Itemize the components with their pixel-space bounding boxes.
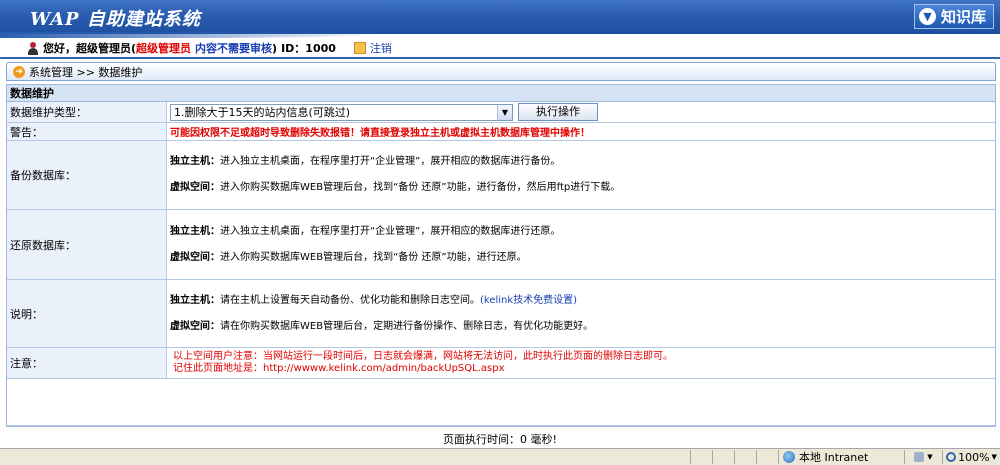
notice-line-2: 记住此页面地址是：http://wwww.kelink.com/admin/ba…: [173, 363, 505, 374]
desc-virtual-head: 虚拟空间：: [170, 320, 220, 332]
desc-dedicated-text: 请在主机上设置每天自动备份、优化功能和删除日志空间。: [220, 294, 480, 306]
empty-area: [7, 379, 995, 426]
app-banner: WAP 自助建站系统 ▼ 知识库: [0, 0, 1000, 34]
knowledge-base-label: 知识库: [941, 8, 987, 26]
backup-dedicated-text: 进入独立主机桌面，在程序里打开“企业管理”，展开相应的数据库进行备份。: [220, 156, 561, 167]
user-bar: 您好，超级管理员 ( 超级管理员 内容不需要审核 ) ID：1000 注销: [0, 32, 1000, 59]
status-segment: [734, 450, 756, 464]
desc-virtual-text: 请在你购买数据库WEB管理后台，定期进行备份操作、删除日志，有优化功能更好。: [220, 320, 594, 332]
app-title: WAP 自助建站系统: [30, 9, 201, 30]
review-note: 内容不需要审核: [195, 42, 273, 55]
globe-icon: [783, 451, 795, 463]
knowledge-base-button[interactable]: ▼ 知识库: [914, 4, 994, 29]
status-segment: [712, 450, 734, 464]
restore-label: 还原数据库：: [7, 210, 167, 279]
execute-button[interactable]: 执行操作: [518, 103, 598, 121]
security-zone-label: 本地 Intranet: [799, 451, 869, 464]
status-segment: [756, 450, 778, 464]
warning-text: 可能因权限不足或超时导致删除失败报错！请直接登录独立主机或虚拟主机数据库管理中操…: [170, 128, 590, 139]
zoom-control[interactable]: 100% ▼: [942, 450, 1000, 464]
maintenance-type-select[interactable]: 1.删除大于15天的站内信息(可跳过) ▼: [170, 103, 513, 121]
chevron-down-icon: ▼: [991, 453, 997, 461]
browser-status-bar: 本地 Intranet ▼ 100% ▼: [0, 448, 1000, 465]
desc-dedicated-head: 独立主机：: [170, 294, 220, 306]
logout-link[interactable]: 注销: [370, 40, 392, 56]
role-text: 超级管理员: [136, 42, 192, 55]
maintenance-type-label: 数据维护类型：: [7, 102, 167, 122]
restore-dedicated-head: 独立主机：: [170, 225, 220, 237]
data-maintenance-panel: 数据维护 数据维护类型： 1.删除大于15天的站内信息(可跳过) ▼ 执行操作 …: [6, 84, 996, 427]
decorative-swoosh: [0, 32, 380, 38]
restore-row: 还原数据库： 独立主机：进入独立主机桌面，在程序里打开“企业管理”，展开相应的数…: [7, 210, 995, 280]
description-label: 说明：: [7, 280, 167, 347]
user-id: ID：1000: [281, 42, 336, 55]
magnifier-icon: [946, 452, 957, 462]
restore-virtual-head: 虚拟空间：: [170, 251, 220, 263]
warning-row: 警告： 可能因权限不足或超时导致删除失败报错！请直接登录独立主机或虚拟主机数据库…: [7, 123, 995, 141]
backup-virtual-text: 进入你购买数据库WEB管理后台，找到“备份 还原”功能，进行备份，然后用ftp进…: [220, 182, 621, 193]
arrow-right-icon: ➜: [13, 65, 25, 78]
backup-label: 备份数据库：: [7, 141, 167, 209]
kelink-free-setup-link[interactable]: (kelink技术免费设置): [480, 295, 577, 306]
logout-icon: [353, 42, 366, 54]
user-icon: [26, 41, 39, 55]
description-row: 说明： 独立主机：请在主机上设置每天自动备份、优化功能和删除日志空间。(keli…: [7, 280, 995, 348]
greeting: 您好，超级管理员: [43, 42, 131, 55]
zoom-level: 100%: [958, 450, 990, 464]
notice-line-1: 以上空间用户注意：当网站运行一段时间后，日志就会爆满，网站将无法访问，此时执行此…: [173, 351, 673, 362]
notice-label: 注意：: [7, 348, 167, 378]
status-segment: [690, 450, 712, 464]
backup-dedicated-head: 独立主机：: [170, 156, 220, 167]
warning-label: 警告：: [7, 123, 167, 140]
restore-virtual-text: 进入你购买数据库WEB管理后台，找到“备份 还原”功能，进行还原。: [220, 251, 527, 263]
breadcrumb: ➜ 系统管理 >> 数据维护: [6, 62, 996, 81]
execution-time: 页面执行时间：0 毫秒!: [443, 433, 557, 446]
notice-row: 注意： 以上空间用户注意：当网站运行一段时间后，日志就会爆满，网站将无法访问，此…: [7, 348, 995, 379]
backup-virtual-head: 虚拟空间：: [170, 182, 220, 193]
panel-title: 数据维护: [7, 85, 995, 102]
restore-dedicated-text: 进入独立主机桌面，在程序里打开“企业管理”，展开相应的数据库进行还原。: [220, 225, 561, 237]
chevron-down-icon[interactable]: ▼: [497, 104, 512, 120]
maintenance-type-selected: 1.删除大于15天的站内信息(可跳过): [174, 106, 351, 119]
maintenance-type-row: 数据维护类型： 1.删除大于15天的站内信息(可跳过) ▼ 执行操作: [7, 102, 995, 123]
security-zone[interactable]: 本地 Intranet: [778, 450, 904, 464]
chevron-down-icon: ▼: [927, 453, 933, 461]
lock-icon: [914, 452, 925, 462]
role-paren-close: ): [272, 41, 278, 55]
down-arrow-circle-icon: ▼: [919, 8, 936, 25]
backup-row: 备份数据库： 独立主机：进入独立主机桌面，在程序里打开“企业管理”，展开相应的数…: [7, 141, 995, 210]
breadcrumb-text: 系统管理 >> 数据维护: [29, 65, 143, 79]
protected-mode-dropdown[interactable]: ▼: [904, 450, 942, 464]
